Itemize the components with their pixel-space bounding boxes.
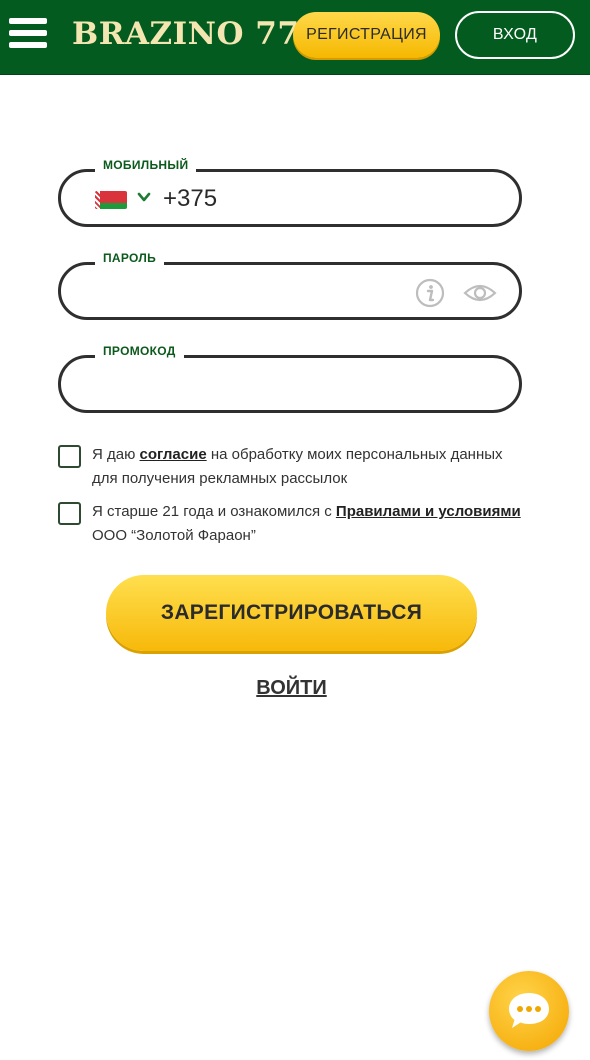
- consent-checkbox[interactable]: [58, 445, 81, 468]
- password-field[interactable]: ПАРОЛЬ: [58, 251, 522, 320]
- consent-text: Я даю согласие на обработку моих персона…: [92, 443, 532, 491]
- login-link[interactable]: ВОЙТИ: [0, 677, 583, 700]
- chevron-down-icon[interactable]: [137, 190, 151, 204]
- app-header: BRAZINO 777 РЕГИСТРАЦИЯ ВХОД: [0, 0, 590, 75]
- password-input[interactable]: [95, 281, 395, 305]
- password-field-label: ПАРОЛЬ: [95, 251, 165, 265]
- promo-field[interactable]: ПРОМОКОД: [58, 344, 522, 413]
- register-button[interactable]: ЗАРЕГИСТРИРОВАТЬСЯ: [106, 575, 477, 651]
- header-login-button[interactable]: ВХОД: [455, 11, 575, 59]
- age-terms-checkbox[interactable]: [58, 502, 81, 525]
- age-terms-text: Я старше 21 года и ознакомился с Правила…: [92, 500, 532, 548]
- phone-input[interactable]: +375: [163, 185, 217, 213]
- consent-link[interactable]: согласие: [140, 446, 207, 463]
- header-register-button[interactable]: РЕГИСТРАЦИЯ: [293, 12, 440, 58]
- chat-icon: [509, 993, 549, 1028]
- consent-text-prefix: Я даю: [92, 446, 140, 463]
- promo-input[interactable]: [95, 374, 475, 398]
- info-icon[interactable]: [415, 278, 445, 308]
- menu-icon[interactable]: [9, 18, 47, 52]
- phone-field-label: МОБИЛЬНЫЙ: [95, 158, 197, 172]
- belarus-flag-icon[interactable]: [95, 191, 127, 209]
- age-terms-suffix: ООО “Золотой Фараон”: [92, 527, 256, 544]
- eye-icon[interactable]: [463, 279, 497, 307]
- rules-link[interactable]: Правилами и условиями: [336, 503, 521, 520]
- chat-button[interactable]: [489, 971, 569, 1051]
- promo-field-label: ПРОМОКОД: [95, 344, 184, 358]
- brand-logo[interactable]: BRAZINO 777: [72, 16, 322, 52]
- phone-field[interactable]: МОБИЛЬНЫЙ +375: [58, 158, 522, 227]
- age-terms-prefix: Я старше 21 года и ознакомился с: [92, 503, 336, 520]
